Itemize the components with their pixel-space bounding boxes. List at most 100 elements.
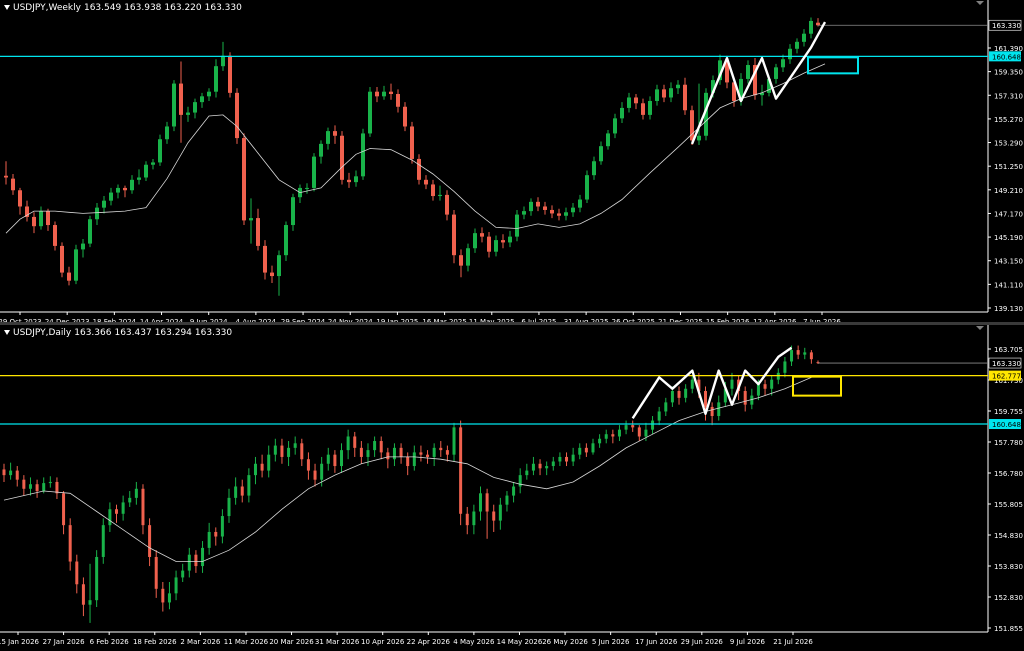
candle-body <box>368 91 372 134</box>
candle-body <box>221 55 225 67</box>
candle-body <box>478 493 482 512</box>
candle-body <box>220 516 224 537</box>
candle-body <box>186 112 190 115</box>
candle-body <box>550 209 554 214</box>
candle-body <box>242 138 246 221</box>
candle-body <box>683 84 687 111</box>
candle-body <box>585 175 589 200</box>
candle-body <box>505 495 509 505</box>
candle-body <box>406 456 410 467</box>
candle-body <box>565 456 569 462</box>
candle-body <box>788 48 792 60</box>
candle-body <box>214 66 218 92</box>
x-tick-label: 27 Jan 2026 <box>43 638 86 646</box>
candle-body <box>116 187 120 193</box>
candle-body <box>193 102 197 113</box>
y-tick-label: 151.855 <box>994 625 1023 633</box>
y-tick-label: 147.170 <box>994 210 1023 218</box>
candle-body <box>465 513 469 526</box>
candle-body <box>167 593 171 603</box>
candle-body <box>438 194 442 197</box>
candle-body <box>613 118 617 134</box>
target-zone-rectangle <box>807 56 859 75</box>
candle-body <box>669 88 673 98</box>
candle-body <box>466 248 470 266</box>
candle-body <box>637 427 641 437</box>
candle-body <box>263 245 267 273</box>
candle-body <box>599 146 603 162</box>
candle-body <box>396 94 400 107</box>
y-tick-label: 155.805 <box>994 501 1023 509</box>
candle-body <box>194 554 198 567</box>
candle-body <box>228 55 232 93</box>
weekly-candlestick-chart[interactable]: 161.390159.350157.310155.270153.290151.2… <box>0 0 1024 322</box>
x-tick-label: 29 Jun 2026 <box>681 638 724 646</box>
candle-body <box>200 96 204 103</box>
candle-body <box>109 192 113 201</box>
candle-body <box>795 41 799 49</box>
candle-body <box>340 450 344 467</box>
x-tick-label: 15 Jan 2026 <box>0 638 40 646</box>
x-tick-label: 20 Mar 2026 <box>269 638 314 646</box>
candle-body <box>746 65 750 79</box>
candle-body <box>501 240 505 243</box>
candle-body <box>389 91 393 95</box>
candle-body <box>459 427 463 514</box>
candle-body <box>291 197 295 226</box>
candle-body <box>270 272 274 277</box>
candle-body <box>88 219 92 244</box>
candle-body <box>803 352 807 355</box>
candle-body <box>375 91 379 97</box>
chart-shift-marker-icon <box>976 1 984 5</box>
candle-body <box>802 33 806 42</box>
candle-body <box>492 511 496 521</box>
candle-body <box>347 179 351 183</box>
candle-body <box>617 429 621 437</box>
candle-body <box>558 456 562 462</box>
candle-body <box>18 190 22 207</box>
candle-body <box>417 158 421 180</box>
y-tick-label: 141.110 <box>994 281 1023 289</box>
daily-chart-panel: USDJPY,Daily 163.366 163.437 163.294 163.330… <box>0 325 1024 651</box>
candle-body <box>2 469 6 476</box>
y-tick-label: 151.250 <box>994 163 1023 171</box>
candle-body <box>522 211 526 215</box>
candle-body <box>459 255 463 266</box>
candle-body <box>657 411 661 421</box>
candle-body <box>730 379 734 389</box>
candle-body <box>326 131 330 144</box>
candle-body <box>508 236 512 243</box>
candle-body <box>536 201 540 207</box>
candle-body <box>697 135 701 141</box>
x-tick-label: 11 Mar 2026 <box>224 638 269 646</box>
candle-body <box>584 447 588 453</box>
candle-body <box>743 391 747 405</box>
current-price-label: 163.330 <box>992 22 1021 30</box>
candle-body <box>611 434 615 437</box>
candle-body <box>284 225 288 256</box>
candle-body <box>130 179 134 191</box>
y-tick-label: 139.130 <box>994 305 1023 313</box>
candle-body <box>174 577 178 594</box>
candle-body <box>498 504 502 521</box>
candle-body <box>48 481 52 484</box>
daily-candlestick-chart[interactable]: 163.705161.730159.755157.780156.780155.8… <box>0 325 1024 651</box>
candle-body <box>39 211 43 227</box>
candle-body <box>68 525 72 562</box>
x-tick-label: 4 May 2026 <box>453 638 495 646</box>
candle-body <box>684 388 688 398</box>
candle-body <box>624 425 628 430</box>
candle-body <box>662 89 666 98</box>
candle-body <box>655 89 659 101</box>
x-tick-label: 31 Mar 2026 <box>315 638 360 646</box>
candle-body <box>480 233 484 237</box>
candle-body <box>346 436 350 451</box>
y-tick-label: 163.705 <box>994 346 1023 354</box>
candle-body <box>641 103 645 115</box>
candle-body <box>95 207 99 220</box>
candle-body <box>256 218 260 246</box>
candle-body <box>432 447 436 457</box>
candle-body <box>46 211 50 226</box>
candle-body <box>796 350 800 355</box>
candle-body <box>515 214 519 237</box>
